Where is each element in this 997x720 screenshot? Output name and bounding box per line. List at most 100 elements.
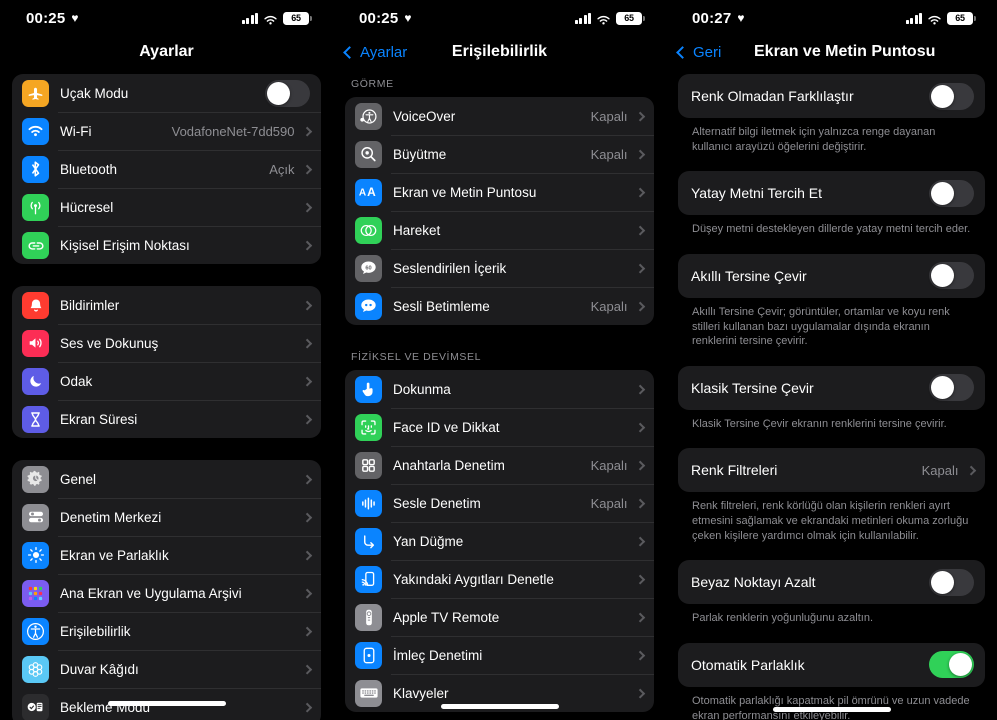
- settings-row-bluetooth[interactable]: Bluetooth Açık: [12, 150, 321, 188]
- back-button[interactable]: Ayarlar: [333, 44, 407, 61]
- chevron-left-icon: [676, 45, 689, 59]
- settings-row-notifications[interactable]: Bildirimler: [12, 286, 321, 324]
- settings-row-screen-time[interactable]: Ekran Süresi: [12, 400, 321, 438]
- chevron-right-icon: [635, 688, 645, 698]
- setting-card-smart-invert[interactable]: Akıllı Tersine Çevir: [678, 253, 985, 298]
- setting-description: Akıllı Tersine Çevir; görüntüler, ortaml…: [692, 305, 950, 348]
- apple-tv-remote-icon: [355, 603, 382, 631]
- status-bar: 00:25 ♥ 65: [333, 0, 666, 30]
- accessibility-row-nearby-devices[interactable]: Yakındaki Aygıtları Denetle: [345, 560, 654, 598]
- phone-screen-settings: 00:25 ♥ 65 Ayarlar Uçak Modu Wi-Fi Vodaf…: [0, 0, 333, 720]
- settings-row-airplane-mode[interactable]: Uçak Modu: [12, 74, 321, 112]
- chevron-right-icon: [635, 111, 645, 121]
- chevron-right-icon: [302, 240, 312, 250]
- status-bar-left: 00:25 ♥: [26, 10, 79, 27]
- settings-row-sounds-haptics[interactable]: Ses ve Dokunuş: [12, 324, 321, 362]
- display-text-size-icon: AA: [355, 178, 382, 206]
- bluetooth-icon: [22, 155, 49, 183]
- chevron-right-icon: [635, 149, 645, 159]
- setting-card-auto-brightness[interactable]: Otomatik Parlaklık: [678, 642, 985, 687]
- accessibility-row-voiceover[interactable]: VoiceOver Kapalı: [345, 97, 654, 135]
- row-label: Yakındaki Aygıtları Denetle: [393, 571, 554, 587]
- setting-description: Alternatif bilgi iletmek için yalnızca r…: [692, 126, 936, 153]
- phone-screen-accessibility: 00:25 ♥ 65 Ayarlar Erişilebilirlik GÖRME: [333, 0, 666, 720]
- status-bar-right: 65: [241, 11, 312, 25]
- accessibility-row-switch-control[interactable]: Anahtarla Denetim Kapalı: [345, 446, 654, 484]
- row-label: Ekran Süresi: [60, 411, 138, 427]
- reduce-white-point-toggle[interactable]: [929, 568, 974, 596]
- accessibility-row-display-text-size[interactable]: AA Ekran ve Metin Puntosu: [345, 173, 654, 211]
- back-button[interactable]: Geri: [666, 44, 721, 61]
- accessibility-row-spoken-content[interactable]: 60 Seslendirilen İçerik: [345, 249, 654, 287]
- setting-card-classic-invert[interactable]: Klasik Tersine Çevir: [678, 365, 985, 410]
- svg-text:A: A: [367, 185, 376, 199]
- touch-hand-icon: [355, 375, 382, 403]
- card-value: Kapalı: [921, 462, 959, 478]
- chevron-right-icon: [302, 414, 312, 424]
- sound-speaker-icon: [22, 329, 49, 357]
- settings-list[interactable]: Uçak Modu Wi-Fi VodafoneNet-7dd590 Bluet…: [0, 74, 333, 720]
- status-bar-left: 00:25 ♥: [359, 10, 412, 27]
- prefer-horizontal-text-toggle[interactable]: [929, 179, 974, 207]
- settings-group-notifications: Bildirimler Ses ve Dokunuş Odak Ekran Sü…: [12, 286, 321, 438]
- smart-invert-toggle[interactable]: [929, 262, 974, 290]
- cellular-signal-icon: [905, 12, 922, 24]
- settings-row-hotspot[interactable]: Kişisel Erişim Noktası: [12, 226, 321, 264]
- settings-row-control-center[interactable]: Denetim Merkezi: [12, 498, 321, 536]
- classic-invert-toggle[interactable]: [929, 374, 974, 402]
- battery-percent: 65: [624, 13, 634, 23]
- settings-row-wifi[interactable]: Wi-Fi VodafoneNet-7dd590: [12, 112, 321, 150]
- accessibility-row-apple-tv-remote[interactable]: Apple TV Remote: [345, 598, 654, 636]
- audio-descriptions-icon: [355, 292, 382, 320]
- wifi-icon: [263, 13, 278, 25]
- differentiate-without-color-toggle[interactable]: [929, 82, 974, 110]
- settings-row-general[interactable]: Genel: [12, 460, 321, 498]
- accessibility-row-voice-control[interactable]: Sesle Denetim Kapalı: [345, 484, 654, 522]
- nearby-devices-icon: [355, 565, 382, 593]
- svg-text:60: 60: [365, 266, 371, 272]
- accessibility-row-zoom[interactable]: Büyütme Kapalı: [345, 135, 654, 173]
- chevron-right-icon: [302, 474, 312, 484]
- row-label: VoiceOver: [393, 108, 456, 124]
- setting-card-differentiate-without-color[interactable]: Renk Olmadan Farklılaştır: [678, 74, 985, 118]
- settings-row-focus[interactable]: Odak: [12, 362, 321, 400]
- setting-card-prefer-horizontal-text[interactable]: Yatay Metni Tercih Et: [678, 171, 985, 216]
- chevron-right-icon: [635, 301, 645, 311]
- airplane-mode-toggle[interactable]: [265, 79, 310, 107]
- chevron-right-icon: [635, 650, 645, 660]
- home-indicator: [107, 701, 226, 706]
- settings-row-wallpaper[interactable]: Duvar Kâğıdı: [12, 650, 321, 688]
- wifi-icon: [927, 13, 942, 25]
- settings-row-accessibility[interactable]: Erişilebilirlik: [12, 612, 321, 650]
- setting-description: Renk filtreleri, renk körlüğü olan kişil…: [692, 500, 969, 542]
- battery-icon: 65: [283, 11, 312, 25]
- row-label: Duvar Kâğıdı: [60, 661, 139, 677]
- row-label: Büyütme: [393, 146, 447, 162]
- chevron-right-icon: [635, 384, 645, 394]
- zoom-magnifier-icon: [355, 140, 382, 168]
- settings-row-cellular[interactable]: Hücresel: [12, 188, 321, 226]
- row-label: Apple TV Remote: [393, 609, 500, 625]
- row-label: Erişilebilirlik: [60, 623, 131, 639]
- status-bar-left: 00:27 ♥: [692, 10, 745, 27]
- setting-card-color-filters[interactable]: Renk Filtreleri Kapalı: [678, 448, 985, 493]
- accessibility-row-touch[interactable]: Dokunma: [345, 370, 654, 408]
- row-label: Ses ve Dokunuş: [60, 335, 159, 351]
- settings-row-home-screen[interactable]: Ana Ekran ve Uygulama Arşivi: [12, 574, 321, 612]
- settings-row-display-brightness[interactable]: Ekran ve Parlaklık: [12, 536, 321, 574]
- setting-card-reduce-white-point[interactable]: Beyaz Noktayı Azalt: [678, 560, 985, 605]
- display-text-size-list[interactable]: Renk Olmadan Farklılaştır Alternatif bil…: [666, 74, 997, 720]
- svg-text:A: A: [358, 188, 366, 199]
- accessibility-list[interactable]: GÖRME VoiceOver Kapalı Büyütme Kapalı A …: [333, 74, 666, 720]
- auto-brightness-toggle[interactable]: [929, 651, 974, 679]
- cellular-icon: [22, 193, 49, 221]
- accessibility-row-face-id[interactable]: Face ID ve Dikkat: [345, 408, 654, 446]
- accessibility-row-audio-descriptions[interactable]: Sesli Betimleme Kapalı: [345, 287, 654, 325]
- accessibility-row-motion[interactable]: Hareket: [345, 211, 654, 249]
- control-center-icon: [22, 503, 49, 531]
- accessibility-row-pointer-control[interactable]: İmleç Denetimi: [345, 636, 654, 674]
- hotspot-icon: [22, 231, 49, 259]
- card-label: Akıllı Tersine Çevir: [691, 267, 807, 284]
- voice-control-icon: [355, 489, 382, 517]
- accessibility-row-side-button[interactable]: Yan Düğme: [345, 522, 654, 560]
